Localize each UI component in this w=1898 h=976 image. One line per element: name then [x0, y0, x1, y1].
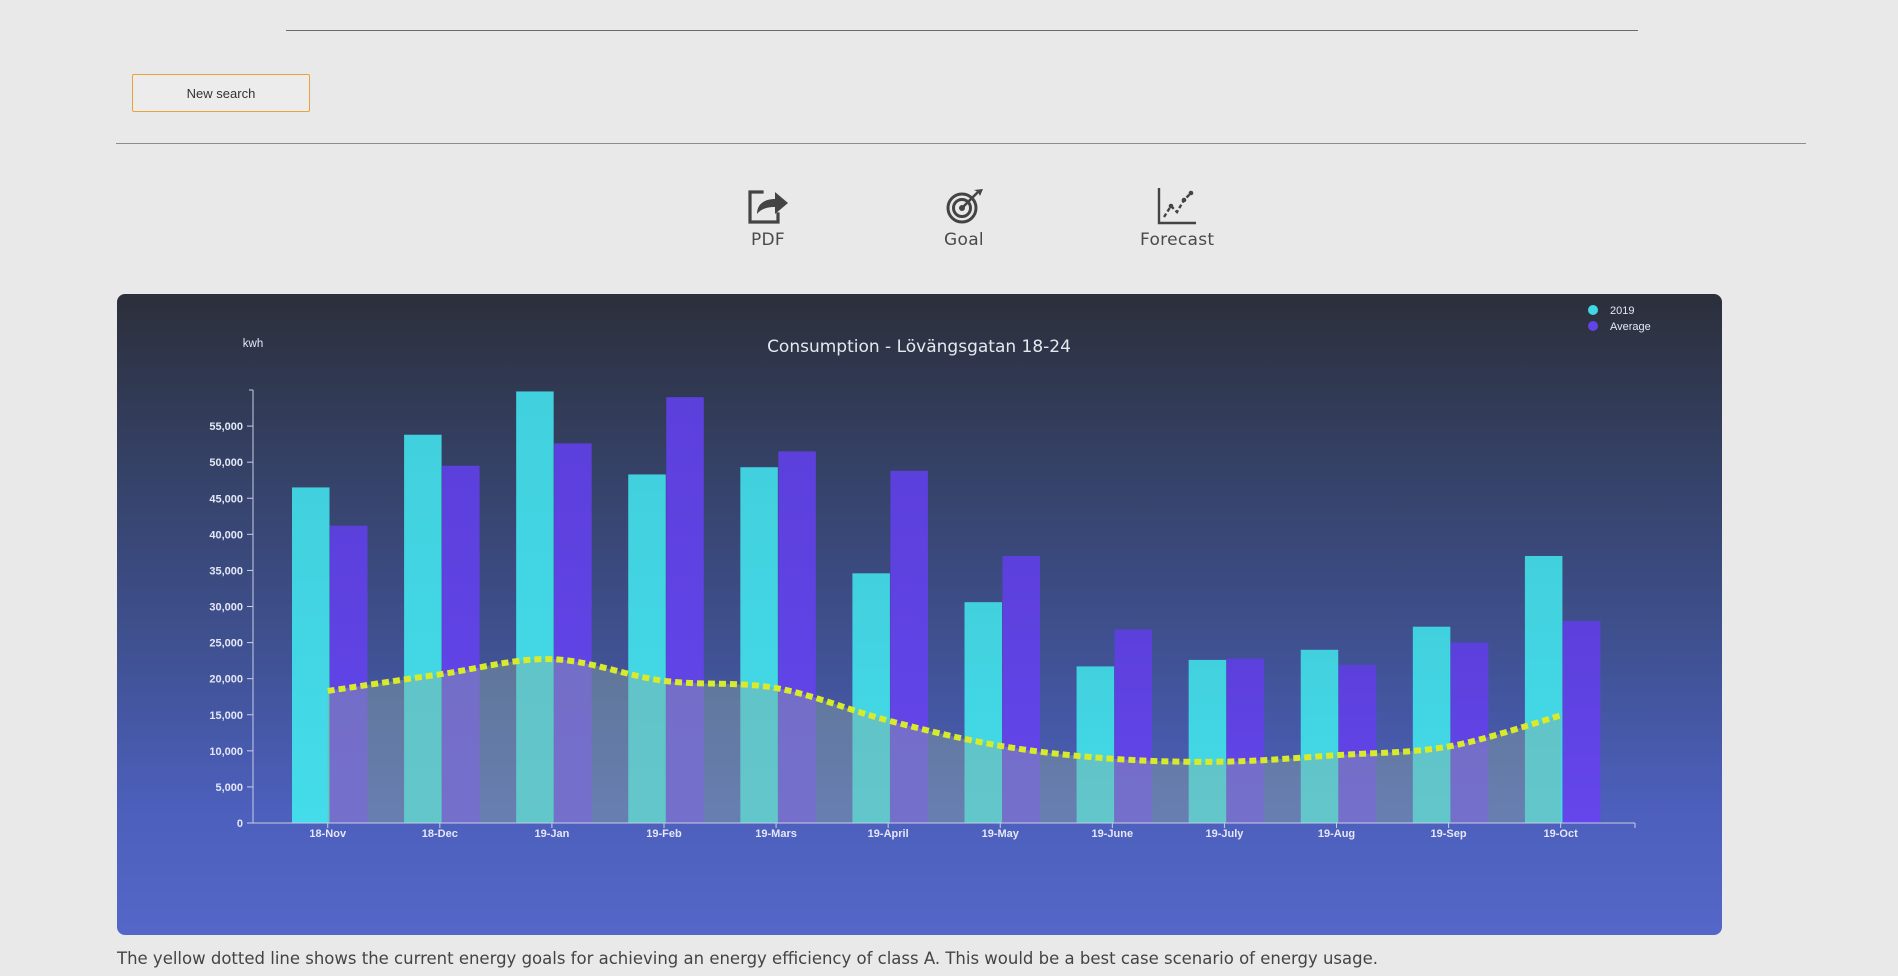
legend-marker-Average: [1588, 321, 1598, 331]
x-tick-label-19-July: 19-July: [1205, 828, 1244, 840]
forecast-button[interactable]: Forecast: [1140, 186, 1214, 250]
x-tick-label-19-Feb: 19-Feb: [646, 828, 682, 840]
x-tick-label-18-Dec: 18-Dec: [422, 828, 458, 840]
forecast-chart-icon: [1157, 188, 1197, 225]
x-tick-label-19-April: 19-April: [868, 828, 909, 840]
legend-label-2019: 2019: [1610, 305, 1634, 317]
y-tick-label-10000: 10,000: [209, 746, 243, 758]
goal-label: Goal: [944, 230, 984, 250]
forecast-label: Forecast: [1140, 230, 1215, 250]
y-tick-label-35000: 35,000: [209, 565, 243, 577]
section-divider: [116, 143, 1806, 144]
consumption-chart: 0 5,000 10,000 15,000 20,000 25,000 30,000 35,0…: [117, 294, 1722, 935]
bar-2019-18-Nov: [292, 487, 330, 823]
x-tick-label-19-Sep: 19-Sep: [1431, 828, 1467, 840]
legend-marker-2019: [1588, 305, 1598, 315]
chart-footnote: The yellow dotted line shows the current…: [117, 949, 1379, 968]
y-tick-label-20000: 20,000: [209, 674, 243, 686]
x-tick-label-19-Aug: 19-Aug: [1318, 828, 1355, 840]
x-tick-label-18-Nov: 18-Nov: [309, 828, 347, 840]
y-tick-label-15000: 15,000: [209, 710, 243, 722]
x-tick-label-19-Mars: 19-Mars: [755, 828, 797, 840]
target-goal-icon: [946, 189, 983, 224]
new-search-button[interactable]: New search: [132, 74, 310, 112]
y-tick-label-55000: 55,000: [209, 421, 243, 433]
x-tick-label-19-June: 19-June: [1092, 828, 1134, 840]
y-tick-label-45000: 45,000: [209, 493, 243, 505]
y-tick-label-30000: 30,000: [209, 602, 243, 614]
y-tick-label-0: 0: [237, 818, 243, 830]
y-tick-label-5000: 5,000: [215, 782, 243, 794]
y-tick-label-50000: 50,000: [209, 457, 243, 469]
y-tick-label-25000: 25,000: [209, 638, 243, 650]
pdf-export-icon: [748, 190, 788, 224]
y-tick-label-40000: 40,000: [209, 529, 243, 541]
top-divider: [286, 30, 1638, 31]
legend-label-Average: Average: [1610, 321, 1651, 333]
bar-average-19-Oct: [1562, 620, 1601, 823]
chart-canvas: 0 5,000 10,000 15,000 20,000 25,000 30,000 35,0…: [209, 305, 1651, 840]
x-tick-label-19-Jan: 19-Jan: [534, 828, 569, 840]
chart-title: Consumption - Lövängsgatan 18-24: [767, 337, 1071, 357]
y-axis-unit: kwh: [243, 338, 263, 350]
goal-button[interactable]: Goal: [944, 186, 984, 250]
pdf-label: PDF: [750, 230, 786, 250]
x-tick-label-19-Oct: 19-Oct: [1544, 828, 1579, 840]
pdf-button[interactable]: PDF: [746, 186, 790, 250]
x-tick-label-19-May: 19-May: [982, 828, 1020, 840]
